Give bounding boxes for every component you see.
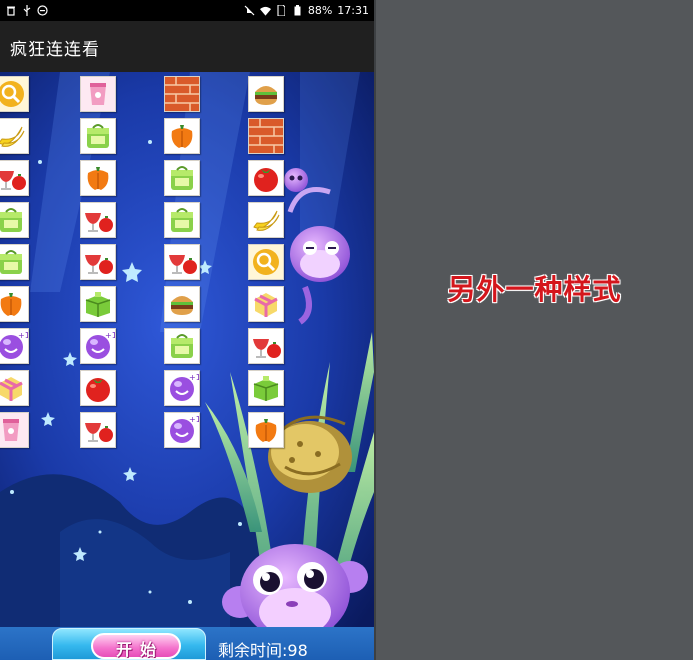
tile-brick[interactable]: [164, 76, 200, 112]
bag-icon: [165, 161, 199, 195]
tile-bag[interactable]: [164, 328, 200, 364]
gift-icon: [249, 287, 283, 321]
tile-cup[interactable]: [80, 76, 116, 112]
tile-juice[interactable]: [80, 202, 116, 238]
battery-icon: [292, 5, 303, 16]
svg-text:+1: +1: [105, 331, 115, 340]
gift-icon: [0, 371, 28, 405]
tile-pepper[interactable]: [164, 118, 200, 154]
bottom-bar: 开始: [0, 627, 374, 660]
tile-banana[interactable]: [0, 118, 29, 154]
juice-icon: [249, 329, 283, 363]
tile-box[interactable]: [80, 286, 116, 322]
juice-icon: [165, 245, 199, 279]
box-icon: [81, 287, 115, 321]
juice-icon: [81, 413, 115, 447]
phone-screen: 88% 17:31 疯狂连连看 + + + + 开始 剩余时间:98: [0, 0, 374, 660]
tile-cup[interactable]: [0, 412, 29, 448]
tile-gift[interactable]: [248, 286, 284, 322]
battery-percent: 88%: [307, 4, 333, 17]
tile-tomato[interactable]: [80, 370, 116, 406]
banana-icon: [0, 119, 28, 153]
tile-burger[interactable]: [164, 286, 200, 322]
tile-juice[interactable]: [80, 244, 116, 280]
tomato-icon: [81, 371, 115, 405]
app-title: 疯狂连连看: [10, 40, 100, 60]
tile-tomato[interactable]: [248, 160, 284, 196]
ball-icon: +1: [165, 371, 199, 405]
tile-bag[interactable]: [164, 202, 200, 238]
brick-icon: [249, 119, 283, 153]
mute-icon: [244, 5, 255, 16]
tile-ball[interactable]: +1: [80, 328, 116, 364]
bag-icon: [165, 329, 199, 363]
juice-icon: [81, 203, 115, 237]
panel-divider: [374, 0, 376, 660]
cup-icon: [81, 77, 115, 111]
svg-text:+1: +1: [189, 415, 199, 424]
time-remaining-label: 剩余时间:98: [218, 641, 308, 660]
tile-bag[interactable]: [0, 244, 29, 280]
tile-ball[interactable]: +1: [164, 412, 200, 448]
pepper-icon: [81, 161, 115, 195]
tile-brick[interactable]: [248, 118, 284, 154]
tile-juice[interactable]: [164, 244, 200, 280]
tile-bag[interactable]: [164, 160, 200, 196]
app-bar: 疯狂连连看: [0, 21, 374, 72]
ball-icon: +1: [165, 413, 199, 447]
bag-icon: [81, 119, 115, 153]
tile-juice[interactable]: [248, 328, 284, 364]
burger-icon: [249, 77, 283, 111]
game-board[interactable]: +1 +1 +1 +1: [0, 72, 374, 627]
svg-text:+1: +1: [189, 373, 199, 382]
search-icon: [249, 245, 283, 279]
pepper-icon: [0, 287, 28, 321]
tile-gift[interactable]: [0, 370, 29, 406]
wifi-icon: [259, 5, 271, 16]
tile-juice[interactable]: [80, 412, 116, 448]
tile-burger[interactable]: [248, 76, 284, 112]
juice-icon: [0, 161, 28, 195]
tile-ball[interactable]: +1: [164, 370, 200, 406]
start-pill: 开始: [91, 633, 181, 659]
tile-juice[interactable]: [0, 160, 29, 196]
juice-icon: [81, 245, 115, 279]
pepper-icon: [165, 119, 199, 153]
bag-icon: [0, 245, 28, 279]
status-bar: 88% 17:31: [0, 0, 374, 21]
pepper-icon: [249, 413, 283, 447]
tile-box[interactable]: [248, 370, 284, 406]
banana-icon: [249, 203, 283, 237]
usb-icon: [21, 5, 32, 16]
tile-pepper[interactable]: [248, 412, 284, 448]
start-button[interactable]: 开始: [52, 628, 206, 660]
cup-icon: [0, 413, 28, 447]
clock: 17:31: [337, 4, 369, 17]
tile-pepper[interactable]: [80, 160, 116, 196]
tile-search[interactable]: [248, 244, 284, 280]
brick-icon: [165, 77, 199, 111]
start-label: 开始: [115, 640, 164, 659]
caption-text: 另外一种样式: [447, 273, 622, 306]
tile-banana[interactable]: [248, 202, 284, 238]
settings-icon: [37, 5, 48, 16]
tile-search[interactable]: [0, 76, 29, 112]
tile-bag[interactable]: [0, 202, 29, 238]
trash-icon: [5, 5, 16, 16]
bag-icon: [165, 203, 199, 237]
tile-bag[interactable]: [80, 118, 116, 154]
burger-icon: [165, 287, 199, 321]
sim-icon: [276, 5, 287, 16]
tile-ball[interactable]: +1: [0, 328, 29, 364]
ball-icon: +1: [0, 329, 28, 363]
box-icon: [249, 371, 283, 405]
search-icon: [0, 77, 28, 111]
tile-pepper[interactable]: [0, 286, 29, 322]
bag-icon: [0, 203, 28, 237]
svg-text:+1: +1: [18, 331, 28, 340]
ball-icon: +1: [81, 329, 115, 363]
tomato-icon: [249, 161, 283, 195]
